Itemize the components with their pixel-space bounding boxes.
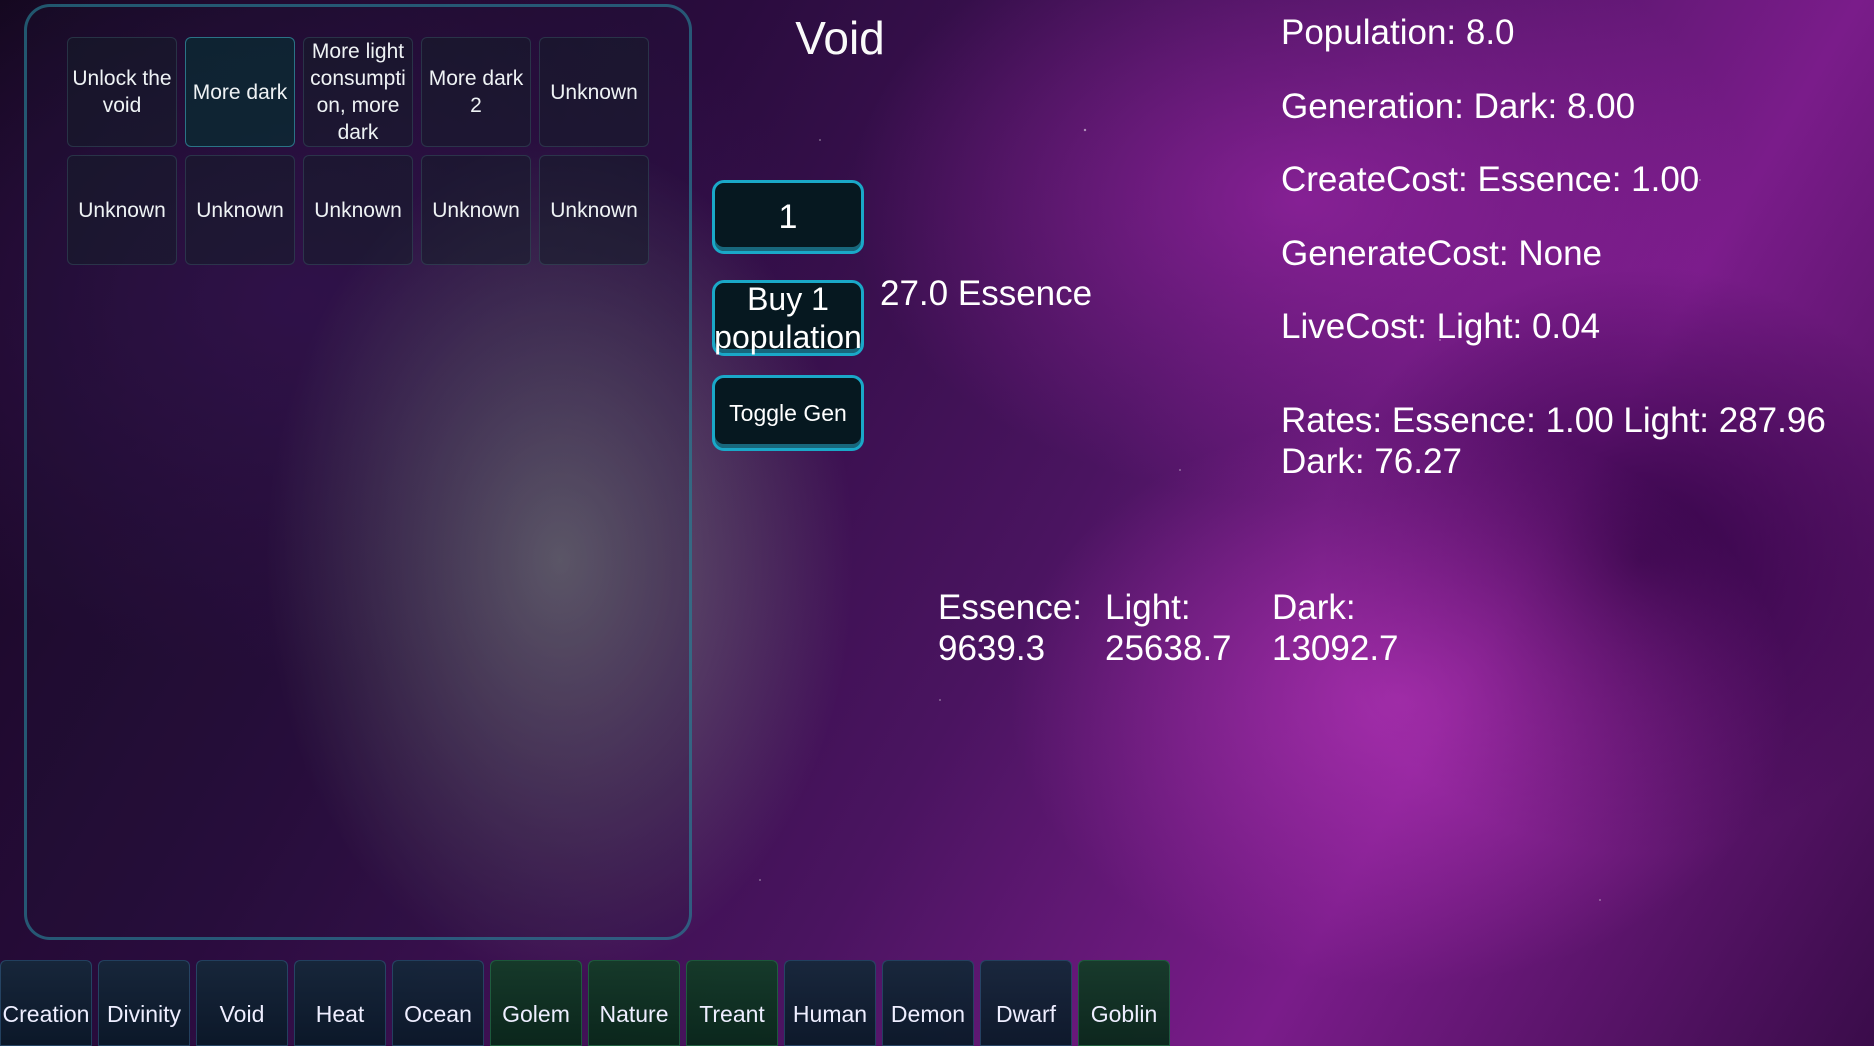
upgrade-unknown[interactable]: Unknown <box>185 155 295 265</box>
upgrade-grid: Unlock the void More dark More light con… <box>67 37 649 265</box>
upgrade-unlock-the-void[interactable]: Unlock the void <box>67 37 177 147</box>
upgrade-unknown[interactable]: Unknown <box>539 37 649 147</box>
tab-goblin[interactable]: Goblin <box>1078 960 1170 1046</box>
essence-label: Essence: <box>938 588 1082 627</box>
tab-dwarf[interactable]: Dwarf <box>980 960 1072 1046</box>
upgrade-unknown[interactable]: Unknown <box>539 155 649 265</box>
tab-creation[interactable]: Creation <box>0 960 92 1046</box>
population-stat: Population: 8.0 <box>1281 13 1515 52</box>
upgrade-unknown[interactable]: Unknown <box>303 155 413 265</box>
tab-demon[interactable]: Demon <box>882 960 974 1046</box>
dark-resource: Dark: 13092.7 <box>1272 587 1399 669</box>
buy-population-button[interactable]: Buy 1 population <box>712 280 864 356</box>
tab-heat[interactable]: Heat <box>294 960 386 1046</box>
upgrade-unknown[interactable]: Unknown <box>67 155 177 265</box>
tab-golem[interactable]: Golem <box>490 960 582 1046</box>
quantity-field[interactable]: 1 <box>712 180 864 254</box>
tab-treant[interactable]: Treant <box>686 960 778 1046</box>
buy-price-label: 27.0 Essence <box>880 274 1093 313</box>
stats-panel: Population: 8.0 Generation: Dark: 8.00 C… <box>1281 12 1699 380</box>
essence-value: 9639.3 <box>938 629 1046 668</box>
upgrade-more-dark[interactable]: More dark <box>185 37 295 147</box>
page-title: Void <box>795 12 885 64</box>
generation-stat: Generation: Dark: 8.00 <box>1281 86 1636 126</box>
upgrade-unknown[interactable]: Unknown <box>421 155 531 265</box>
light-value: 25638.7 <box>1105 629 1232 668</box>
race-tab-bar: Creation Divinity Void Heat Ocean Golem … <box>0 960 1170 1046</box>
dark-value: 13092.7 <box>1272 629 1399 668</box>
light-resource: Light: 25638.7 <box>1105 587 1232 669</box>
toggle-gen-button[interactable]: Toggle Gen <box>712 375 864 451</box>
tab-nature[interactable]: Nature <box>588 960 680 1046</box>
rates-stat: Rates: Essence: 1.00 Light: 287.96 Dark:… <box>1281 401 1826 481</box>
create-cost-stat: CreateCost: Essence: 1.00 <box>1281 160 1700 199</box>
tab-void[interactable]: Void <box>196 960 288 1046</box>
upgrade-more-light-consumption[interactable]: More light consumpti on, more dark <box>303 37 413 147</box>
live-cost-stat: LiveCost: Light: 0.04 <box>1281 307 1601 346</box>
dark-label: Dark: <box>1272 588 1356 627</box>
light-label: Light: <box>1105 588 1191 627</box>
upgrade-more-dark-2[interactable]: More dark 2 <box>421 37 531 147</box>
essence-resource: Essence: 9639.3 <box>938 587 1082 669</box>
tab-ocean[interactable]: Ocean <box>392 960 484 1046</box>
tab-human[interactable]: Human <box>784 960 876 1046</box>
tab-divinity[interactable]: Divinity <box>98 960 190 1046</box>
upgrade-panel: Unlock the void More dark More light con… <box>24 4 692 940</box>
generate-cost-stat: GenerateCost: None <box>1281 233 1603 273</box>
